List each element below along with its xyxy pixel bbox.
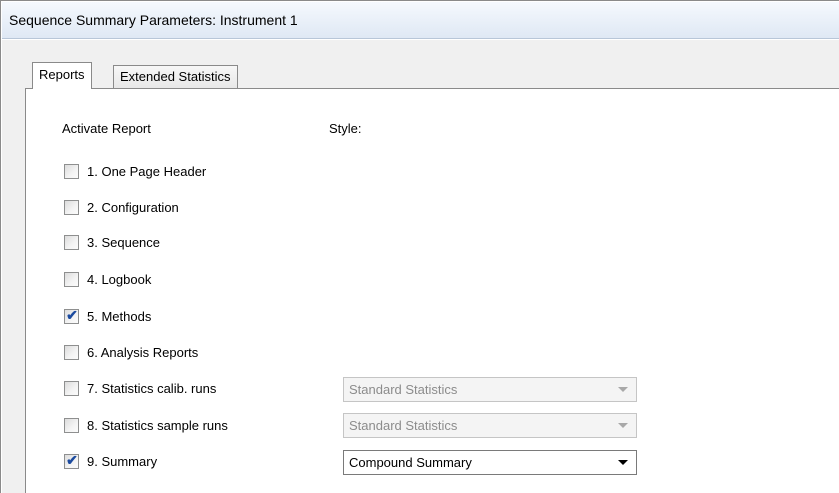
statistics-sample-runs-style-dropdown: Standard Statistics: [343, 413, 637, 438]
statistics-calib-runs-style-dropdown: Standard Statistics: [343, 377, 637, 402]
one-page-header-label: 1. One Page Header: [87, 164, 207, 179]
methods-checkbox[interactable]: ✔: [64, 307, 79, 324]
sequence-checkbox[interactable]: [64, 235, 79, 250]
window-title: Sequence Summary Parameters: Instrument …: [9, 12, 298, 28]
report-row-statistics-calib-runs: 7. Statistics calib. runs: [64, 380, 364, 398]
dialog-body: Reports Extended Statistics Activate Rep…: [2, 40, 839, 493]
activate-report-header: Activate Report: [62, 121, 151, 136]
check-icon: [66, 379, 78, 395]
chevron-down-icon: [618, 460, 628, 465]
report-row-configuration: 2. Configuration: [64, 199, 364, 217]
dialog-window: Sequence Summary Parameters: Instrument …: [0, 0, 839, 493]
check-icon: ✔: [66, 307, 78, 323]
check-icon: [66, 416, 78, 432]
report-row-analysis-reports: 6. Analysis Reports: [64, 344, 364, 362]
statistics-calib-runs-style-value: Standard Statistics: [349, 382, 458, 397]
tab-reports[interactable]: Reports: [32, 62, 92, 89]
logbook-checkbox[interactable]: [64, 272, 79, 287]
check-icon: [66, 233, 78, 249]
sequence-label: 3. Sequence: [87, 235, 161, 250]
statistics-sample-runs-checkbox[interactable]: [64, 418, 79, 433]
statistics-calib-runs-checkbox[interactable]: [64, 381, 79, 396]
check-icon: ✔: [66, 452, 78, 468]
summary-style-dropdown[interactable]: Compound Summary: [343, 450, 637, 475]
analysis-reports-checkbox[interactable]: [64, 345, 79, 360]
statistics-calib-runs-label: 7. Statistics calib. runs: [87, 381, 217, 396]
summary-checkbox[interactable]: ✔: [64, 452, 79, 469]
style-header: Style:: [329, 121, 362, 136]
statistics-sample-runs-style-value: Standard Statistics: [349, 418, 458, 433]
analysis-reports-label: 6. Analysis Reports: [87, 345, 199, 360]
statistics-sample-runs-label: 8. Statistics sample runs: [87, 418, 228, 433]
logbook-label: 4. Logbook: [87, 272, 152, 287]
chevron-down-icon: [618, 387, 628, 392]
report-row-statistics-sample-runs: 8. Statistics sample runs: [64, 417, 364, 435]
report-row-methods: ✔ 5. Methods: [64, 307, 364, 326]
tab-extended-statistics[interactable]: Extended Statistics: [113, 65, 238, 89]
check-icon: [66, 198, 78, 214]
report-row-logbook: 4. Logbook: [64, 271, 364, 289]
summary-label: 9. Summary: [87, 454, 158, 469]
reports-tab-page: Activate Report Style: 1. One Page Heade…: [25, 88, 839, 493]
one-page-header-checkbox[interactable]: [64, 164, 79, 179]
chevron-down-icon: [618, 423, 628, 428]
check-icon: [66, 162, 78, 178]
report-row-sequence: 3. Sequence: [64, 234, 364, 252]
report-row-summary: ✔ 9. Summary: [64, 452, 364, 471]
report-row-one-page-header: 1. One Page Header: [64, 163, 364, 181]
configuration-checkbox[interactable]: [64, 200, 79, 215]
methods-label: 5. Methods: [87, 309, 152, 324]
check-icon: [66, 270, 78, 286]
configuration-label: 2. Configuration: [87, 200, 179, 215]
check-icon: [66, 343, 78, 359]
title-bar[interactable]: Sequence Summary Parameters: Instrument …: [2, 2, 839, 39]
summary-style-value: Compound Summary: [349, 455, 472, 470]
